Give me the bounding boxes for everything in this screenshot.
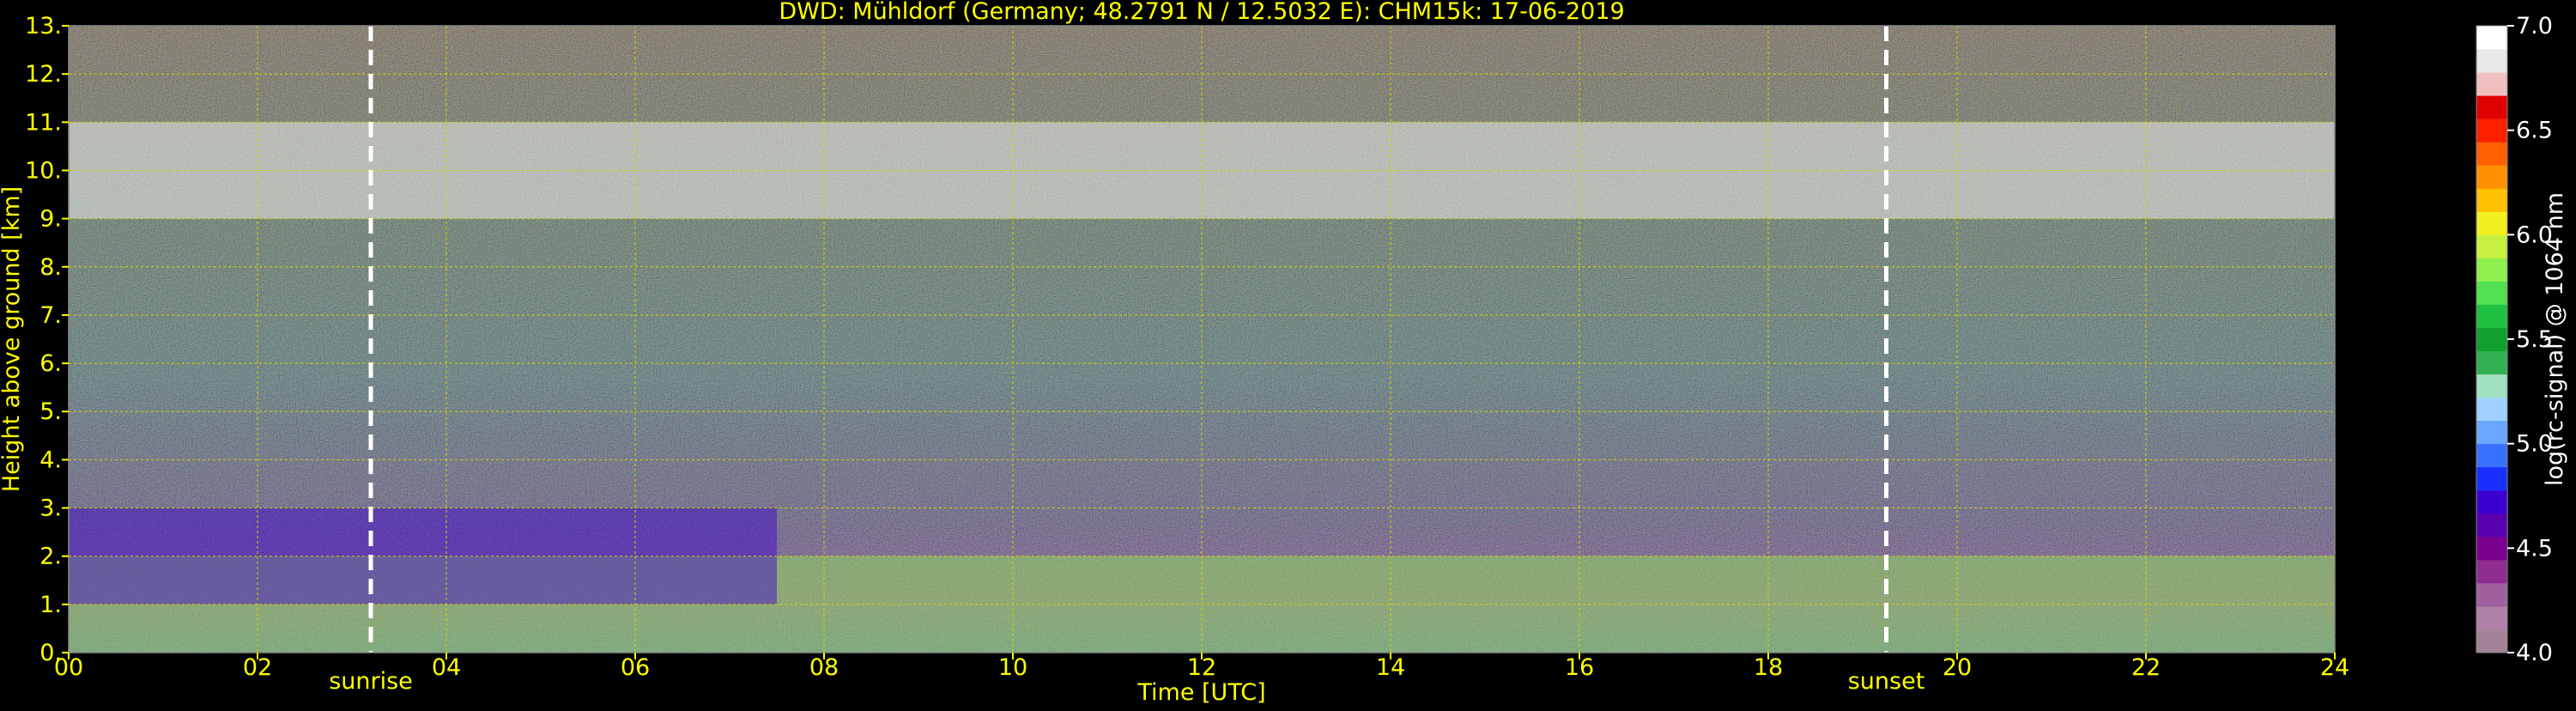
colorbar-cell bbox=[2476, 26, 2507, 50]
colorbar-cell bbox=[2476, 188, 2507, 212]
colorbar-cell bbox=[2476, 513, 2507, 538]
y-tick-label: 6. bbox=[39, 350, 62, 377]
colorbar-cell bbox=[2476, 118, 2507, 143]
x-tick-label: 08 bbox=[809, 654, 839, 681]
y-tick-label: 1. bbox=[39, 592, 62, 618]
x-tick-label: 20 bbox=[1943, 654, 1972, 681]
colorbar-cell bbox=[2476, 72, 2507, 96]
y-tick-label: 0. bbox=[39, 640, 62, 666]
colorbar-cell bbox=[2476, 142, 2507, 166]
colorbar-cell bbox=[2476, 95, 2507, 119]
y-tick-label: 13. bbox=[25, 13, 62, 40]
x-tick-label: 04 bbox=[432, 654, 461, 681]
colorbar-cell bbox=[2476, 466, 2507, 491]
y-tick-label: 5. bbox=[39, 398, 62, 425]
x-axis-label: Time [UTC] bbox=[1136, 679, 1265, 706]
chart-title: DWD: Mühldorf (Germany; 48.2791 N / 12.5… bbox=[779, 0, 1624, 25]
colorbar-cell bbox=[2476, 304, 2507, 328]
sunrise-label: sunrise bbox=[329, 668, 413, 695]
y-tick-label: 11. bbox=[25, 109, 62, 136]
y-tick-label: 7. bbox=[39, 302, 62, 329]
colorbar-cell bbox=[2476, 165, 2507, 189]
colorbar-tick-label: 4.0 bbox=[2516, 640, 2553, 666]
colorbar-cell bbox=[2476, 443, 2507, 468]
chart-svg: DWD: Mühldorf (Germany; 48.2791 N / 12.5… bbox=[0, 0, 2568, 706]
colorbar-cell bbox=[2476, 374, 2507, 398]
colorbar-label: log(rc-signal) @ 1064 nm bbox=[2542, 192, 2568, 486]
x-tick-label: 02 bbox=[243, 654, 272, 681]
colorbar: 4.04.55.05.56.06.57.0 log(rc-signal) @ 1… bbox=[2476, 13, 2568, 666]
y-tick-label: 2. bbox=[39, 544, 62, 570]
x-tick-label: 06 bbox=[621, 654, 650, 681]
colorbar-cell bbox=[2476, 420, 2507, 445]
colorbar-tick-label: 7.0 bbox=[2516, 13, 2553, 40]
colorbar-cell bbox=[2476, 281, 2507, 305]
colorbar-cell bbox=[2476, 582, 2507, 607]
x-tick-label: 16 bbox=[1565, 654, 1594, 681]
y-tick-label: 4. bbox=[39, 447, 62, 473]
colorbar-cell bbox=[2476, 258, 2507, 282]
x-tick-label: 24 bbox=[2320, 654, 2349, 681]
colorbar-tick-label: 6.5 bbox=[2516, 118, 2553, 144]
colorbar-tick-label: 4.5 bbox=[2516, 535, 2553, 562]
y-tick-label: 12. bbox=[25, 61, 62, 88]
y-axis-label: Height above ground [km] bbox=[0, 186, 25, 492]
x-tick-label: 10 bbox=[998, 654, 1027, 681]
feature-residual-layer bbox=[69, 507, 777, 605]
x-tick-label: 12 bbox=[1187, 654, 1216, 681]
colorbar-cell bbox=[2476, 489, 2507, 514]
colorbar-cell bbox=[2476, 629, 2507, 653]
colorbar-cell bbox=[2476, 605, 2507, 630]
lidar-quicklook-chart: DWD: Mühldorf (Germany; 48.2791 N / 12.5… bbox=[0, 0, 2576, 708]
y-tick-label: 10. bbox=[25, 157, 62, 184]
colorbar-cell bbox=[2476, 559, 2507, 584]
y-tick-label: 8. bbox=[39, 254, 62, 281]
colorbar-cell bbox=[2476, 536, 2507, 561]
colorbar-cell bbox=[2476, 327, 2507, 352]
colorbar-cell bbox=[2476, 397, 2507, 422]
colorbar-cell bbox=[2476, 211, 2507, 235]
colorbar-cell bbox=[2476, 234, 2507, 258]
y-tick-label: 3. bbox=[39, 495, 62, 522]
colorbar-cell bbox=[2476, 350, 2507, 375]
plot-area bbox=[69, 26, 2335, 653]
sunset-label: sunset bbox=[1848, 668, 1925, 695]
x-tick-label: 22 bbox=[2131, 654, 2161, 681]
colorbar-cell bbox=[2476, 49, 2507, 73]
x-tick-label: 18 bbox=[1754, 654, 1783, 681]
x-tick-label: 14 bbox=[1376, 654, 1405, 681]
y-tick-label: 9. bbox=[39, 206, 62, 233]
